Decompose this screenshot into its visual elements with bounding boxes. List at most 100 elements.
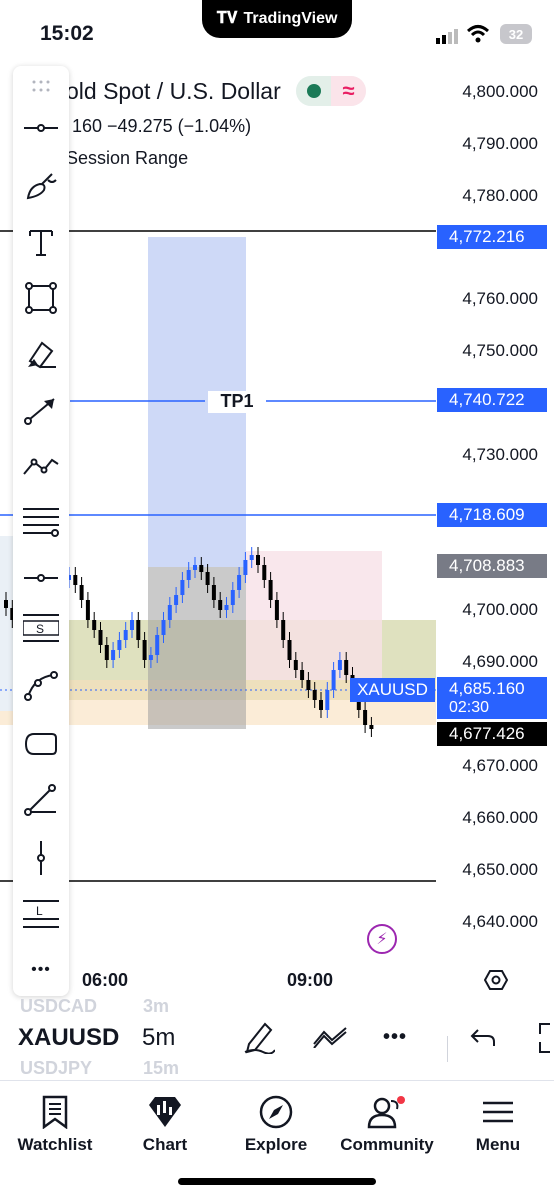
candle bbox=[4, 600, 8, 608]
ghost-interval-below: 15m bbox=[143, 1058, 180, 1078]
price-label: 4,800.000 bbox=[462, 82, 538, 101]
market-open-icon bbox=[296, 76, 331, 106]
candle bbox=[249, 555, 254, 560]
price-tag-level-1[interactable]: 4,772.216 bbox=[437, 225, 547, 249]
candle bbox=[130, 620, 134, 630]
candle bbox=[337, 660, 342, 670]
candle bbox=[237, 575, 242, 590]
price-tag-black[interactable]: 4,677.426 bbox=[437, 722, 547, 746]
community-icon bbox=[332, 1089, 442, 1135]
drag-handle-icon[interactable] bbox=[13, 66, 69, 106]
candle bbox=[199, 565, 204, 572]
watchlist-icon bbox=[0, 1089, 110, 1135]
candle bbox=[319, 700, 323, 710]
price-label: 4,730.000 bbox=[462, 445, 538, 464]
chart-settings-icon[interactable] bbox=[483, 968, 509, 997]
text-icon[interactable] bbox=[13, 222, 69, 262]
candle bbox=[325, 690, 330, 710]
chart-icon bbox=[110, 1089, 220, 1135]
nav-menu[interactable]: Menu bbox=[443, 1081, 553, 1155]
callout-icon[interactable] bbox=[13, 724, 69, 764]
parallel-channel-icon[interactable] bbox=[13, 500, 69, 540]
candle bbox=[306, 680, 311, 690]
symbol-button[interactable]: XAUUSD bbox=[18, 1024, 119, 1052]
app-brand-notch: 𝐓𝐕 TradingView bbox=[202, 0, 352, 38]
time-label: 09:00 bbox=[287, 970, 334, 990]
brand-name: TradingView bbox=[243, 10, 338, 27]
battery-icon: 32 bbox=[500, 24, 532, 44]
chart-area[interactable]: 4,800.000 4,790.000 4,780.000 4,760.000 … bbox=[0, 60, 554, 1010]
candle bbox=[117, 640, 122, 650]
candle bbox=[136, 620, 141, 640]
candle bbox=[344, 660, 349, 675]
price-tag-gray[interactable]: 4,708.883 bbox=[437, 554, 547, 578]
price-range-icon[interactable]: S bbox=[13, 608, 69, 648]
price-label: 4,760.000 bbox=[462, 289, 538, 308]
candle bbox=[293, 660, 298, 670]
long-position-icon[interactable]: L bbox=[13, 894, 69, 934]
nav-chart[interactable]: Chart bbox=[110, 1081, 220, 1155]
rectangle-icon[interactable] bbox=[13, 278, 69, 318]
more-button[interactable]: ••• bbox=[383, 1026, 407, 1049]
horizontal-line-icon[interactable] bbox=[13, 558, 69, 598]
trend-line-icon[interactable] bbox=[13, 108, 69, 148]
price-label: 4,750.000 bbox=[462, 341, 538, 360]
nav-community[interactable]: Community bbox=[332, 1081, 442, 1155]
vertical-line-icon[interactable] bbox=[13, 838, 69, 878]
short-zone bbox=[246, 551, 382, 680]
price-change: 160 −49.275 (−1.04%) bbox=[72, 116, 252, 136]
candle bbox=[287, 640, 292, 660]
candle bbox=[218, 600, 223, 610]
candle bbox=[155, 635, 160, 655]
curve-icon[interactable] bbox=[13, 666, 69, 706]
wifi-icon bbox=[466, 24, 490, 49]
ghost-symbol-above: USDCAD bbox=[20, 996, 98, 1016]
angle-icon[interactable] bbox=[13, 780, 69, 820]
svg-text:S: S bbox=[36, 622, 44, 636]
signal-icon bbox=[436, 28, 458, 49]
interval-button[interactable]: 5m bbox=[142, 1024, 175, 1052]
current-price-tag[interactable]: 4,685.160 02:30 bbox=[437, 677, 547, 719]
brush-icon[interactable] bbox=[13, 166, 69, 206]
price-label: 4,690.000 bbox=[462, 652, 538, 671]
ghost-symbol-below: USDJPY bbox=[20, 1058, 93, 1078]
price-label: 4,790.000 bbox=[462, 134, 538, 153]
candle bbox=[174, 595, 179, 605]
indicator-name[interactable]: Session Range bbox=[66, 148, 188, 169]
lightning-icon[interactable]: ⚡︎ bbox=[367, 924, 397, 954]
candle bbox=[363, 710, 368, 725]
candle bbox=[186, 570, 191, 580]
tp1-label[interactable]: TP1 bbox=[208, 391, 266, 413]
price-label: 4,660.000 bbox=[462, 808, 538, 827]
market-status-pill[interactable]: ≈ bbox=[296, 76, 366, 106]
symbol-price-tag: XAUUSD bbox=[350, 678, 435, 702]
nav-watchlist[interactable]: Watchlist bbox=[0, 1081, 110, 1155]
nav-label: Community bbox=[340, 1135, 434, 1154]
candle bbox=[79, 585, 84, 600]
path-icon[interactable] bbox=[13, 446, 69, 486]
price-label: 4,780.000 bbox=[462, 186, 538, 205]
candle bbox=[256, 555, 260, 565]
nav-label: Explore bbox=[244, 1135, 308, 1154]
nav-explore[interactable]: Explore bbox=[221, 1081, 331, 1155]
candle bbox=[243, 560, 248, 575]
tradingview-logo-icon: 𝐓𝐕 bbox=[216, 10, 238, 27]
candle bbox=[111, 650, 116, 660]
candle bbox=[104, 645, 109, 660]
price-tag-tp1[interactable]: 4,740.722 bbox=[437, 388, 547, 412]
price-tag-level-3[interactable]: 4,718.609 bbox=[437, 503, 547, 527]
arrow-icon[interactable] bbox=[13, 390, 69, 430]
highlighter-icon[interactable] bbox=[13, 334, 69, 374]
delayed-data-icon: ≈ bbox=[331, 76, 366, 106]
candle bbox=[281, 620, 286, 640]
bar-countdown: 02:30 bbox=[449, 699, 490, 716]
undo-icon[interactable] bbox=[470, 1026, 496, 1053]
symbol-title[interactable]: old Spot / U.S. Dollar bbox=[66, 78, 281, 105]
candle bbox=[274, 600, 279, 620]
svg-text:L: L bbox=[36, 904, 43, 918]
indicators-icon[interactable] bbox=[312, 1026, 348, 1053]
drawing-tools-icon[interactable] bbox=[243, 1020, 276, 1059]
candle bbox=[148, 655, 153, 660]
fullscreen-icon[interactable] bbox=[536, 1022, 554, 1059]
toolbar-more-button[interactable]: ••• bbox=[13, 950, 69, 990]
